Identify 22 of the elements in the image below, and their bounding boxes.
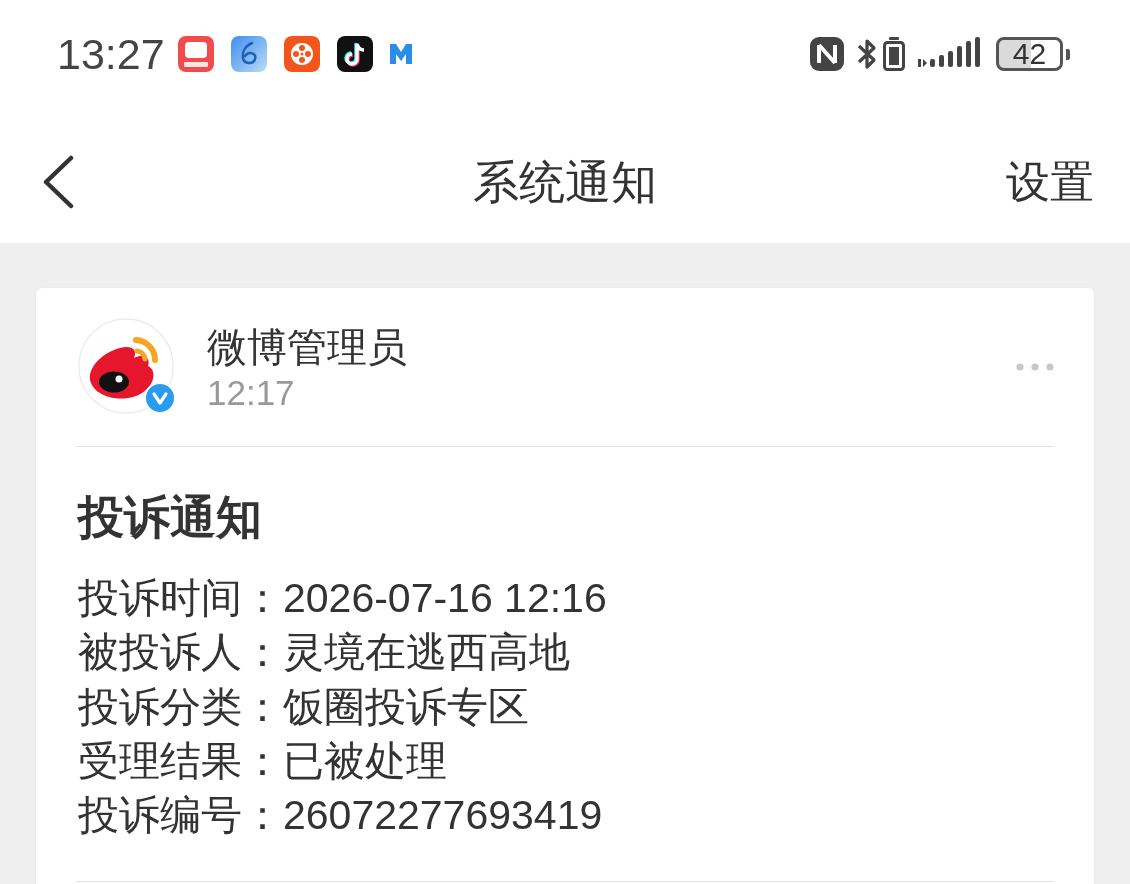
spiral-app-icon (230, 36, 267, 72)
back-icon[interactable] (41, 154, 74, 209)
film-reel-app-icon (283, 36, 320, 72)
m-logo-icon (389, 44, 412, 64)
sender-name: 微博管理员 (207, 324, 407, 371)
vertical-battery-icon (883, 37, 905, 71)
detail-line: 受理结果：已被处理 (78, 736, 448, 786)
detail-line: 投诉时间：2026-07-16 12:16 (78, 574, 608, 623)
nfc-icon (810, 37, 844, 71)
message-time: 12:17 (207, 372, 296, 414)
avatar-logo-icon (78, 318, 174, 414)
status-time: 13:27 (57, 32, 165, 76)
bluetooth-icon (857, 38, 877, 70)
music-note-app-icon (336, 36, 373, 72)
detail-line: 投诉编号：26072277693419 (78, 791, 604, 840)
tv-app-icon (177, 36, 214, 72)
detail-line: 投诉分类：饭圈投诉专区 (78, 682, 530, 732)
page-title: 系统通知 (473, 158, 657, 205)
notice-title: 投诉通知 (78, 490, 263, 545)
battery-indicator: 42 (996, 37, 1070, 71)
detail-line: 被投诉人：灵境在逃西高地 (78, 628, 571, 678)
settings-button[interactable]: 设置 (1006, 159, 1094, 204)
